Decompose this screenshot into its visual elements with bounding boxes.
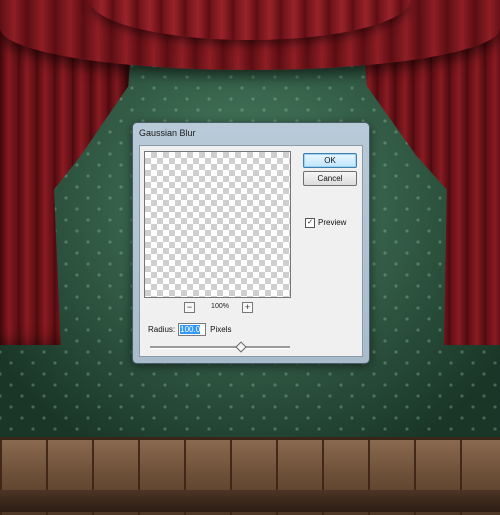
preview-checkbox[interactable]: ✓ xyxy=(305,217,315,228)
ok-button[interactable]: OK xyxy=(303,153,357,168)
radius-slider-track[interactable] xyxy=(150,346,290,349)
radius-unit: Pixels xyxy=(210,325,232,334)
cancel-button[interactable]: Cancel xyxy=(303,171,357,186)
dialog-body: − 100% + OK Cancel ✓ Preview Radius: 100.0… xyxy=(139,145,363,357)
zoom-level: 100% xyxy=(211,303,229,310)
radius-value: 100.0 xyxy=(180,325,201,335)
preview-canvas[interactable] xyxy=(144,151,291,298)
preview-label: Preview xyxy=(318,218,347,227)
dialog-title: Gaussian Blur xyxy=(139,128,196,138)
zoom-controls: − 100% + xyxy=(184,302,254,314)
stage-edge xyxy=(0,490,500,512)
radius-label: Radius: xyxy=(148,325,176,334)
radius-row: Radius: 100.0 Pixels xyxy=(148,323,231,337)
zoom-in-button[interactable]: + xyxy=(242,302,253,313)
zoom-out-button[interactable]: − xyxy=(184,302,195,313)
preview-option[interactable]: ✓ Preview xyxy=(305,217,346,229)
radius-slider-thumb[interactable] xyxy=(234,341,247,353)
radius-input[interactable]: 100.0 xyxy=(178,323,207,337)
gaussian-blur-dialog: Gaussian Blur − 100% + OK Cancel ✓ Previe… xyxy=(132,122,370,364)
